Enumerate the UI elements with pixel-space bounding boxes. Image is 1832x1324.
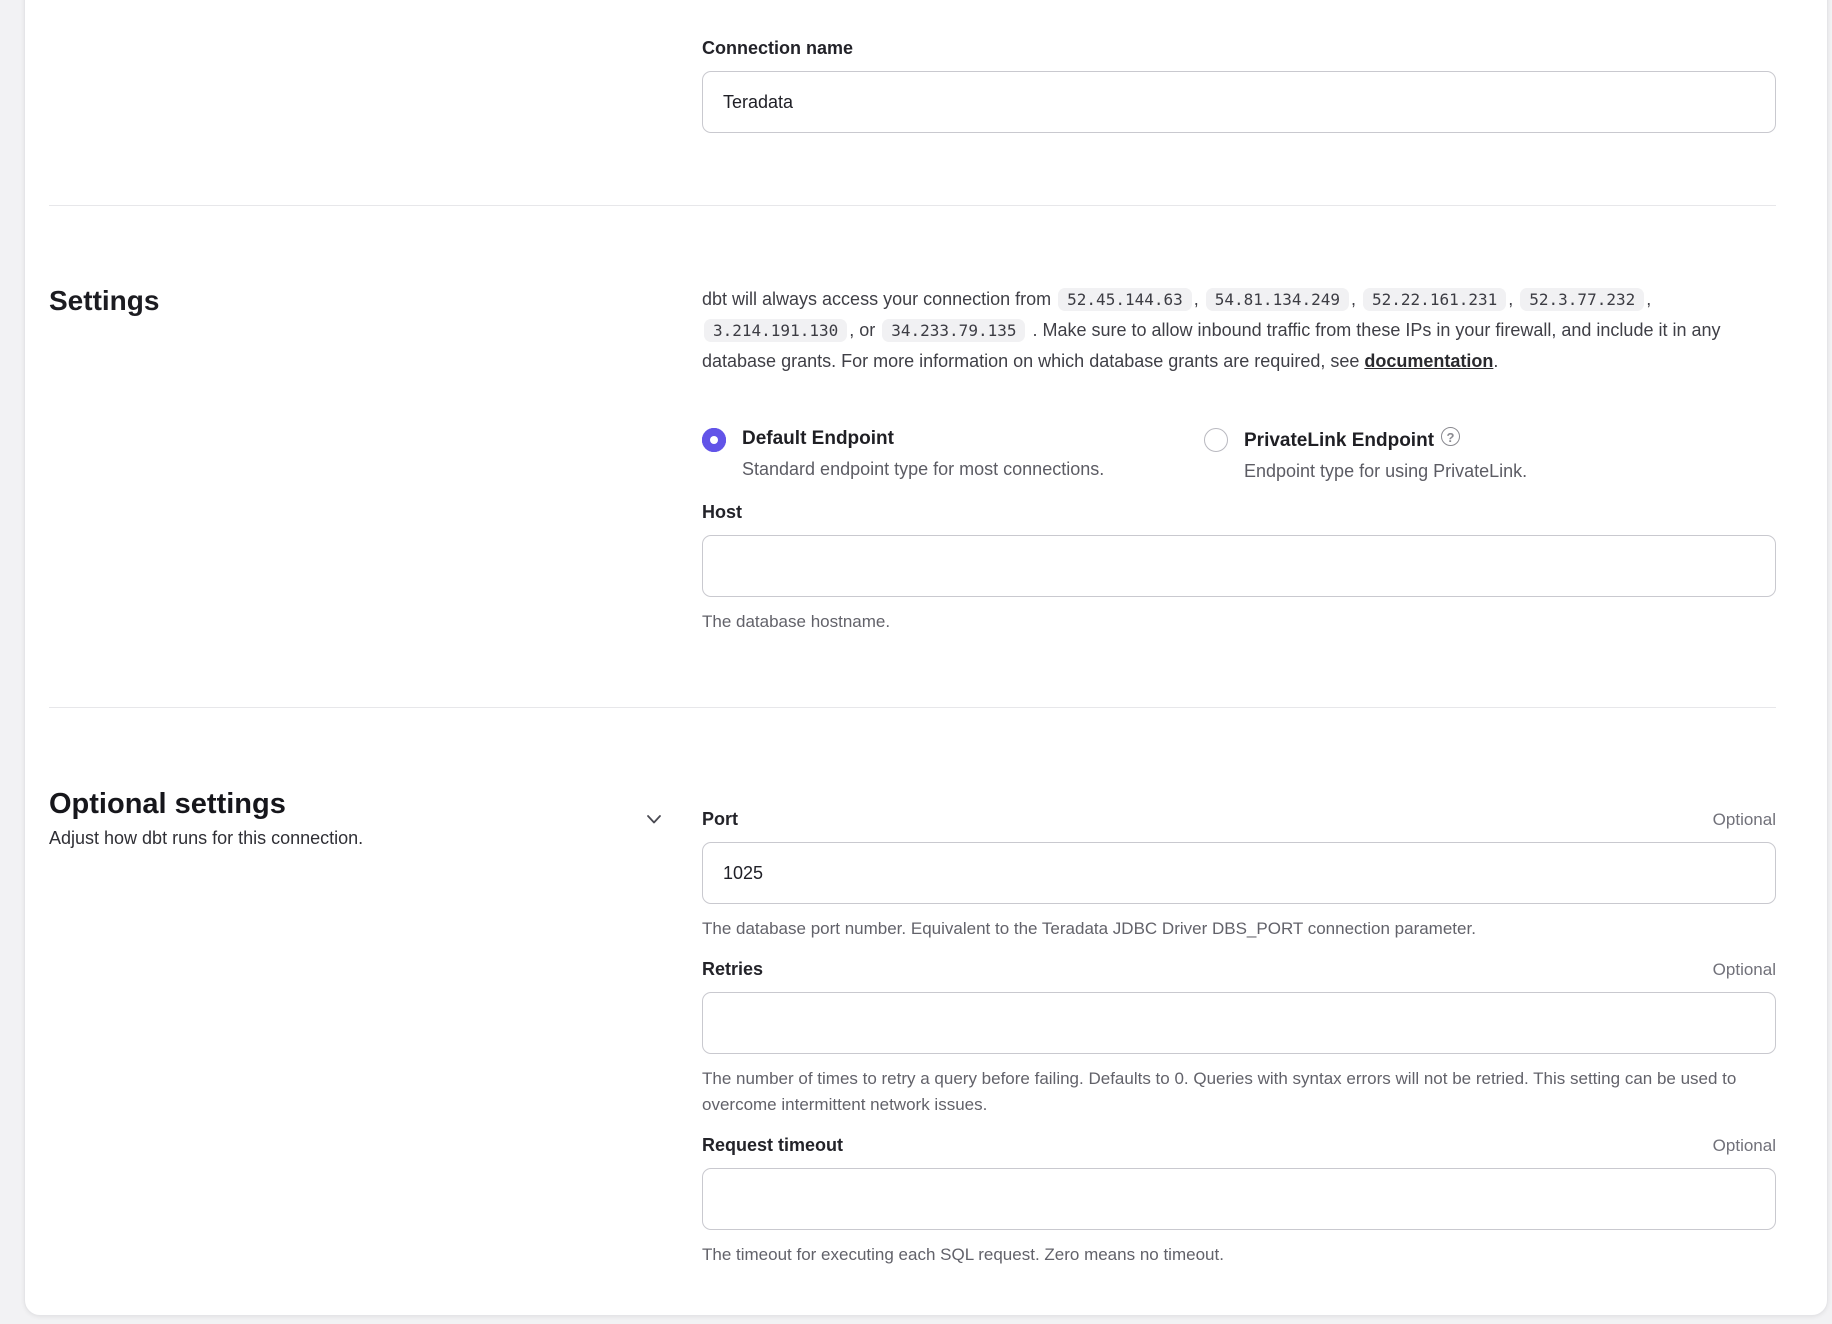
- intro-sep: ,: [1646, 289, 1651, 309]
- ip-allowlist-text: dbt will always access your connection f…: [702, 284, 1776, 377]
- privatelink-label-row: PrivateLink Endpoint?: [1244, 433, 1460, 450]
- settings-section: Settings dbt will always access your con…: [49, 206, 1776, 635]
- optional-settings-subtitle: Adjust how dbt runs for this connection.: [49, 826, 642, 850]
- request-timeout-label: Request timeout: [702, 1134, 843, 1156]
- intro-sep: ,: [1194, 289, 1204, 309]
- documentation-link[interactable]: documentation: [1364, 351, 1493, 371]
- radio-option-privatelink-endpoint[interactable]: PrivateLink Endpoint? Endpoint type for …: [1204, 427, 1527, 483]
- default-endpoint-description: Standard endpoint type for most connecti…: [742, 457, 1104, 481]
- ip-chip: 52.3.77.232: [1520, 288, 1644, 311]
- endpoint-type-group: Default Endpoint Standard endpoint type …: [702, 427, 1776, 483]
- ip-chip: 52.45.144.63: [1058, 288, 1192, 311]
- request-timeout-input[interactable]: [702, 1168, 1776, 1230]
- intro-period: .: [1493, 351, 1498, 371]
- request-timeout-field-group: Request timeout Optional The timeout for…: [702, 1134, 1776, 1268]
- connection-name-input[interactable]: [702, 71, 1776, 133]
- optional-badge: Optional: [1713, 1136, 1776, 1156]
- settings-card: Connection name Settings dbt will always…: [24, 0, 1828, 1316]
- radio-option-texts: PrivateLink Endpoint? Endpoint type for …: [1244, 427, 1527, 483]
- privatelink-endpoint-label: PrivateLink Endpoint: [1244, 430, 1434, 451]
- radio-option-texts: Default Endpoint Standard endpoint type …: [742, 427, 1104, 481]
- intro-sep: ,: [1508, 289, 1518, 309]
- optional-settings-left: Optional settings Adjust how dbt runs fo…: [49, 786, 702, 1284]
- optional-badge: Optional: [1713, 960, 1776, 980]
- intro-sep: ,: [1351, 289, 1361, 309]
- field-head: Request timeout Optional: [702, 1134, 1776, 1156]
- ip-chip: 34.233.79.135: [882, 319, 1025, 342]
- optional-badge: Optional: [1713, 810, 1776, 830]
- port-input[interactable]: [702, 842, 1776, 904]
- chevron-down-icon: [643, 808, 665, 830]
- connection-name-label: Connection name: [702, 37, 1776, 59]
- retries-field-group: Retries Optional The number of times to …: [702, 958, 1776, 1118]
- radio-unselected-icon[interactable]: [1204, 428, 1228, 452]
- host-helper-text: The database hostname.: [702, 609, 1776, 635]
- optional-settings-section: Optional settings Adjust how dbt runs fo…: [49, 708, 1776, 1284]
- request-timeout-helper-text: The timeout for executing each SQL reque…: [702, 1242, 1776, 1268]
- field-head: Port Optional: [702, 808, 1776, 830]
- collapse-section-button[interactable]: [640, 806, 668, 834]
- host-field-group: Host The database hostname.: [702, 501, 1776, 635]
- settings-heading: Settings: [49, 284, 702, 318]
- port-label: Port: [702, 808, 738, 830]
- default-endpoint-label: Default Endpoint: [742, 428, 894, 449]
- intro-prefix: dbt will always access your connection f…: [702, 289, 1056, 309]
- retries-helper-text: The number of times to retry a query bef…: [702, 1066, 1776, 1118]
- optional-settings-heading: Optional settings: [49, 786, 642, 822]
- help-icon[interactable]: ?: [1441, 427, 1460, 446]
- field-head: Retries Optional: [702, 958, 1776, 980]
- connection-name-group: Connection name: [702, 37, 1776, 133]
- ip-chip: 52.22.161.231: [1363, 288, 1506, 311]
- host-label: Host: [702, 501, 1776, 523]
- privatelink-endpoint-description: Endpoint type for using PrivateLink.: [1244, 459, 1527, 483]
- ip-chip: 3.214.191.130: [704, 319, 847, 342]
- retries-label: Retries: [702, 958, 763, 980]
- retries-input[interactable]: [702, 992, 1776, 1054]
- settings-section-left: Settings: [49, 284, 702, 635]
- radio-option-default-endpoint[interactable]: Default Endpoint Standard endpoint type …: [702, 427, 1204, 483]
- settings-section-right: dbt will always access your connection f…: [702, 284, 1776, 635]
- port-field-group: Port Optional The database port number. …: [702, 808, 1776, 942]
- ip-chip: 54.81.134.249: [1206, 288, 1349, 311]
- radio-selected-icon[interactable]: [702, 428, 726, 452]
- port-helper-text: The database port number. Equivalent to …: [702, 916, 1776, 942]
- host-input[interactable]: [702, 535, 1776, 597]
- intro-or: , or: [849, 320, 880, 340]
- optional-settings-fields: Port Optional The database port number. …: [702, 786, 1776, 1284]
